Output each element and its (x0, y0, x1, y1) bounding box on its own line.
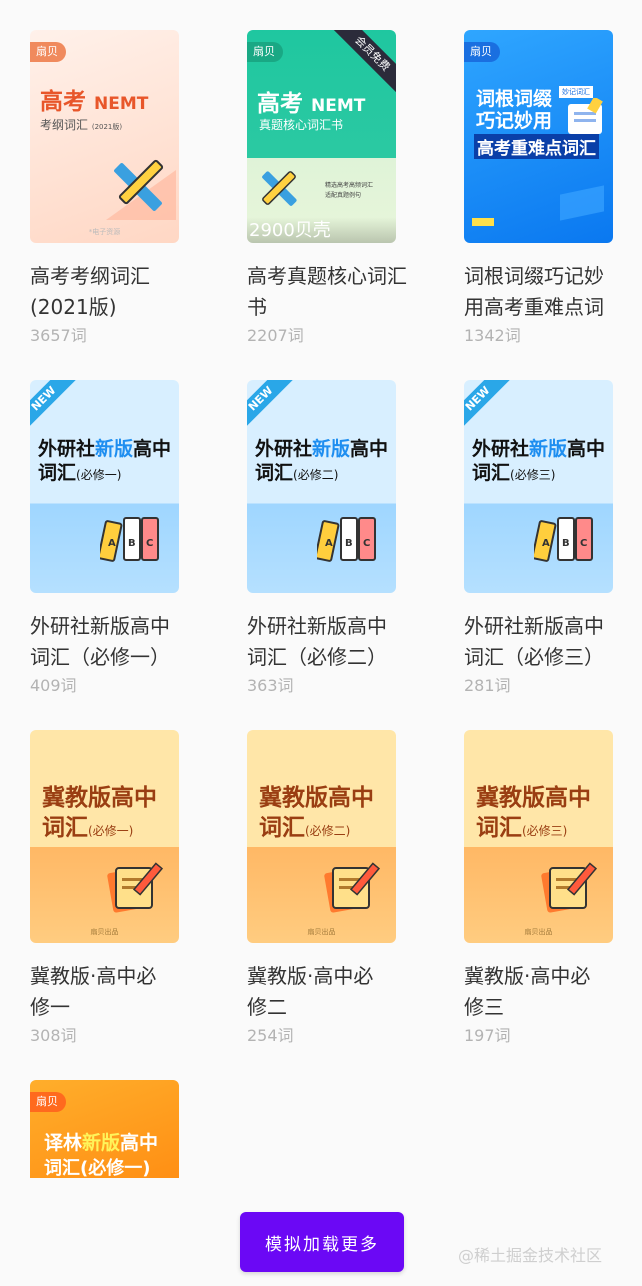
book-title: 冀教版·高中必修三 (464, 964, 591, 1019)
cover-title: 冀教版高中 (476, 785, 591, 811)
book-card[interactable]: 扇贝 译林新版高中 词汇(必修一) (30, 1080, 180, 1178)
pencil-ruler-icon (106, 159, 176, 220)
book-card[interactable]: 扇贝 妙记词汇 词根词缀 巧记妙用 高考重难点词汇 词根词缀巧记妙用高考重难点词… (464, 30, 614, 345)
word-count: 308词 (30, 1026, 77, 1045)
book-cover[interactable]: 冀教版高中 词汇(必修一) 扇贝出品 (30, 730, 179, 943)
svg-text:B: B (345, 538, 353, 549)
shanbay-badge: 扇贝 (30, 42, 66, 62)
cover-title: 外研社新版高中 (472, 438, 606, 460)
svg-text:B: B (128, 538, 136, 549)
cover-subtitle: 词汇(必修三) (476, 815, 568, 841)
book-title: 词根词缀巧记妙用高考重难点词 (464, 264, 604, 319)
cover-note: 适配真题例句 (325, 192, 362, 199)
notebook-icon (568, 98, 603, 134)
word-count: 254词 (247, 1026, 294, 1045)
cover-subtitle: 词汇(必修三) (472, 462, 556, 484)
word-count: 197词 (464, 1026, 511, 1045)
book-cover[interactable]: 扇贝 妙记词汇 词根词缀 巧记妙用 高考重难点词汇 (464, 30, 613, 243)
book-card[interactable]: 扇贝 高考 NEMT 考纲词汇 (2021版) *电子资源 高考考纲词汇(202… (30, 30, 180, 345)
cover-title: 冀教版高中 (42, 785, 157, 811)
tag-label: 妙记词汇 (559, 86, 593, 98)
book-cover[interactable]: 扇贝 高考 NEMT 考纲词汇 (2021版) *电子资源 (30, 30, 179, 243)
word-count: 281词 (464, 676, 511, 695)
svg-text:C: C (146, 538, 153, 549)
cover-subtitle: 词汇(必修一) (42, 815, 134, 841)
book-cover[interactable]: NEW 外研社新版高中 词汇(必修三) A B C (464, 380, 613, 593)
book-title: 冀教版·高中必修一 (30, 964, 157, 1019)
book-card[interactable]: 冀教版高中 词汇(必修一) 扇贝出品 冀教版·高中必修一 308词 (30, 730, 180, 1045)
book-title: 外研社新版高中词汇（必修二） (247, 614, 387, 669)
notepad-pencil-icon (541, 862, 598, 913)
notepad-pencil-icon (107, 862, 164, 913)
abc-books-icon: A B C (534, 517, 593, 562)
book-title: 冀教版·高中必修二 (247, 964, 374, 1019)
cover-title: 冀教版高中 (259, 785, 374, 811)
svg-text:B: B (562, 538, 570, 549)
book-card[interactable]: 冀教版高中 词汇(必修二) 扇贝出品 冀教版·高中必修二 254词 (247, 730, 397, 1045)
cover-note: 精选高考高频词汇 (325, 182, 374, 189)
price-label: 2900贝壳 (249, 220, 331, 241)
abc-books-icon: A B C (100, 517, 159, 562)
book-card[interactable]: 冀教版高中 词汇(必修三) 扇贝出品 冀教版·高中必修三 197词 (464, 730, 614, 1045)
book-cover[interactable]: 冀教版高中 词汇(必修二) 扇贝出品 (247, 730, 396, 943)
svg-text:A: A (108, 538, 116, 549)
word-count: 363词 (247, 676, 294, 695)
svg-text:C: C (363, 538, 370, 549)
book-title: 高考考纲词汇(2021版) (30, 264, 150, 319)
book-cover[interactable]: 扇贝 译林新版高中 词汇(必修一) (30, 1080, 179, 1178)
cover-subtitle: 考纲词汇 (2021版) (40, 118, 123, 132)
shanbay-badge: 扇贝 (247, 42, 283, 62)
cover-footnote: *电子资源 (88, 228, 121, 236)
cover-subtitle: 词汇(必修二) (255, 462, 339, 484)
book-cover[interactable]: 冀教版高中 词汇(必修三) 扇贝出品 (464, 730, 613, 943)
book-card[interactable]: NEW 外研社新版高中 词汇(必修二) A B C 外研社新版高中词汇（必修二）… (247, 380, 397, 695)
new-badge: NEW (30, 380, 79, 434)
cover-title: 译林新版高中 (44, 1132, 159, 1154)
word-count: 3657词 (30, 326, 87, 345)
load-more-button[interactable]: 模拟加载更多 (240, 1212, 404, 1272)
cover-title: 高考 NEMT (40, 89, 149, 115)
book-card[interactable]: NEW 外研社新版高中 词汇(必修一) A B C 外研社新版高中词汇（必修一）… (30, 380, 180, 695)
abc-books-icon: A B C (317, 517, 376, 562)
book-title: 高考真题核心词汇书 (247, 264, 407, 319)
shanbay-badge: 扇贝 (464, 42, 500, 62)
cover-footnote: 扇贝出品 (90, 928, 119, 936)
word-count: 409词 (30, 676, 77, 695)
cover-title: 高考 NEMT (257, 91, 366, 117)
cover-subtitle: 词汇(必修二) (259, 815, 351, 841)
shanbay-badge: 扇贝 (30, 1092, 66, 1112)
book-title: 外研社新版高中词汇（必修三） (464, 614, 604, 669)
cover-title: 巧记妙用 (476, 110, 553, 132)
cover-subtitle: 词汇(必修一) (44, 1158, 151, 1178)
cover-footnote: 扇贝出品 (307, 928, 336, 936)
book-cover[interactable]: NEW 外研社新版高中 词汇(必修二) A B C (247, 380, 396, 593)
cover-title: 外研社新版高中 (38, 438, 172, 460)
book-card[interactable]: 扇贝 会员免费 高考 NEMT 真题核心词汇书 精选高考高频词汇 适配真题例句 … (247, 30, 407, 345)
word-count: 2207词 (247, 326, 304, 345)
svg-text:A: A (325, 538, 333, 549)
pencil-ruler-icon (262, 171, 297, 206)
cover-title: 外研社新版高中 (255, 438, 389, 460)
cover-subtitle: 词汇(必修一) (38, 462, 122, 484)
svg-text:C: C (580, 538, 587, 549)
svg-text:A: A (542, 538, 550, 549)
book-title: 外研社新版高中词汇（必修一） (30, 614, 170, 669)
book-card[interactable]: NEW 外研社新版高中 词汇(必修三) A B C 外研社新版高中词汇（必修三）… (464, 380, 614, 695)
book-cover[interactable]: 扇贝 会员免费 高考 NEMT 真题核心词汇书 精选高考高频词汇 适配真题例句 … (247, 30, 396, 243)
book-cover[interactable]: NEW 外研社新版高中 词汇(必修一) A B C (30, 380, 179, 593)
new-badge: NEW (464, 380, 513, 434)
watermark: @稀土掘金技术社区 (458, 1246, 603, 1265)
notepad-pencil-icon (324, 862, 381, 913)
new-badge: NEW (247, 380, 296, 434)
word-count: 1342词 (464, 326, 521, 345)
cover-footnote: 扇贝出品 (524, 928, 553, 936)
cover-subtitle: 真题核心词汇书 (259, 118, 344, 132)
